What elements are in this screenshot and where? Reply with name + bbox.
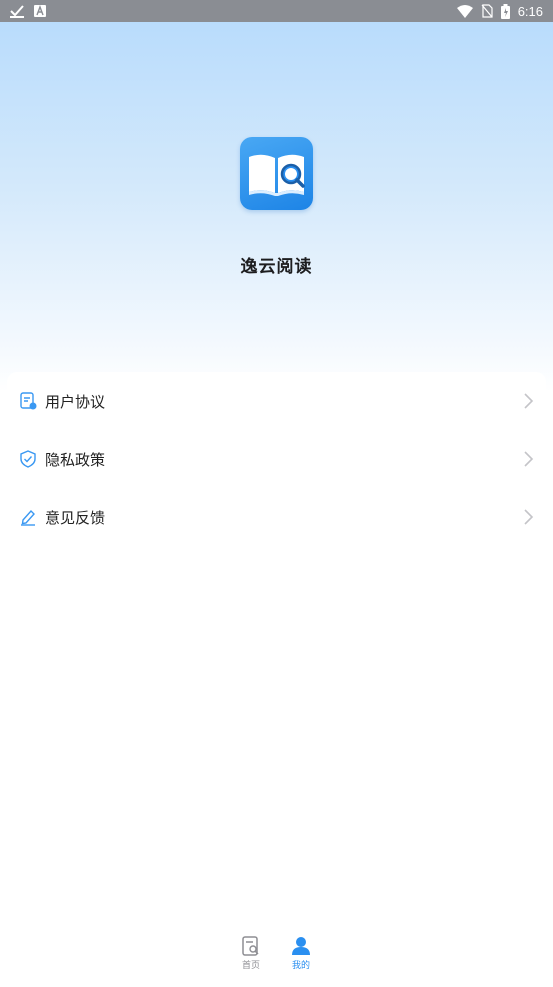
wifi-icon xyxy=(456,4,473,18)
person-icon xyxy=(292,937,310,955)
a-notification-icon xyxy=(34,5,46,17)
menu-item-privacy-policy[interactable]: 隐私政策 xyxy=(7,430,546,488)
chevron-right-icon xyxy=(524,509,534,525)
status-right: 6:16 xyxy=(456,3,543,19)
app-name: 逸云阅读 xyxy=(240,257,313,277)
edit-pen-icon xyxy=(21,509,35,526)
menu-item-label: 用户协议 xyxy=(45,392,106,411)
chevron-right-icon xyxy=(524,393,534,409)
tab-mine[interactable]: 我的 xyxy=(281,936,321,984)
menu-item-user-agreement[interactable]: 用户协议 xyxy=(7,372,546,430)
bottom-tab-bar: 首页 我的 xyxy=(0,930,553,987)
no-sim-icon xyxy=(481,4,493,18)
tab-label: 首页 xyxy=(241,961,260,971)
status-bar: 6:16 xyxy=(0,0,553,22)
menu-item-label: 意见反馈 xyxy=(45,508,106,527)
menu-item-label: 隐私政策 xyxy=(45,450,106,469)
app-logo xyxy=(240,137,313,210)
shield-check-icon xyxy=(20,450,36,468)
status-left xyxy=(10,4,46,18)
menu-item-feedback[interactable]: 意见反馈 xyxy=(7,488,546,546)
tab-label: 我的 xyxy=(291,961,310,971)
book-magnifier-icon xyxy=(249,154,305,196)
check-download-icon xyxy=(10,4,24,18)
status-time: 6:16 xyxy=(517,3,543,19)
settings-menu: 用户协议 隐私政策 意见反馈 xyxy=(7,372,546,547)
book-search-icon xyxy=(242,936,259,956)
profile-header: 逸云阅读 xyxy=(0,22,553,392)
chevron-right-icon xyxy=(524,451,534,467)
battery-icon xyxy=(500,3,510,19)
tab-home[interactable]: 首页 xyxy=(231,936,271,984)
document-icon xyxy=(20,392,37,410)
